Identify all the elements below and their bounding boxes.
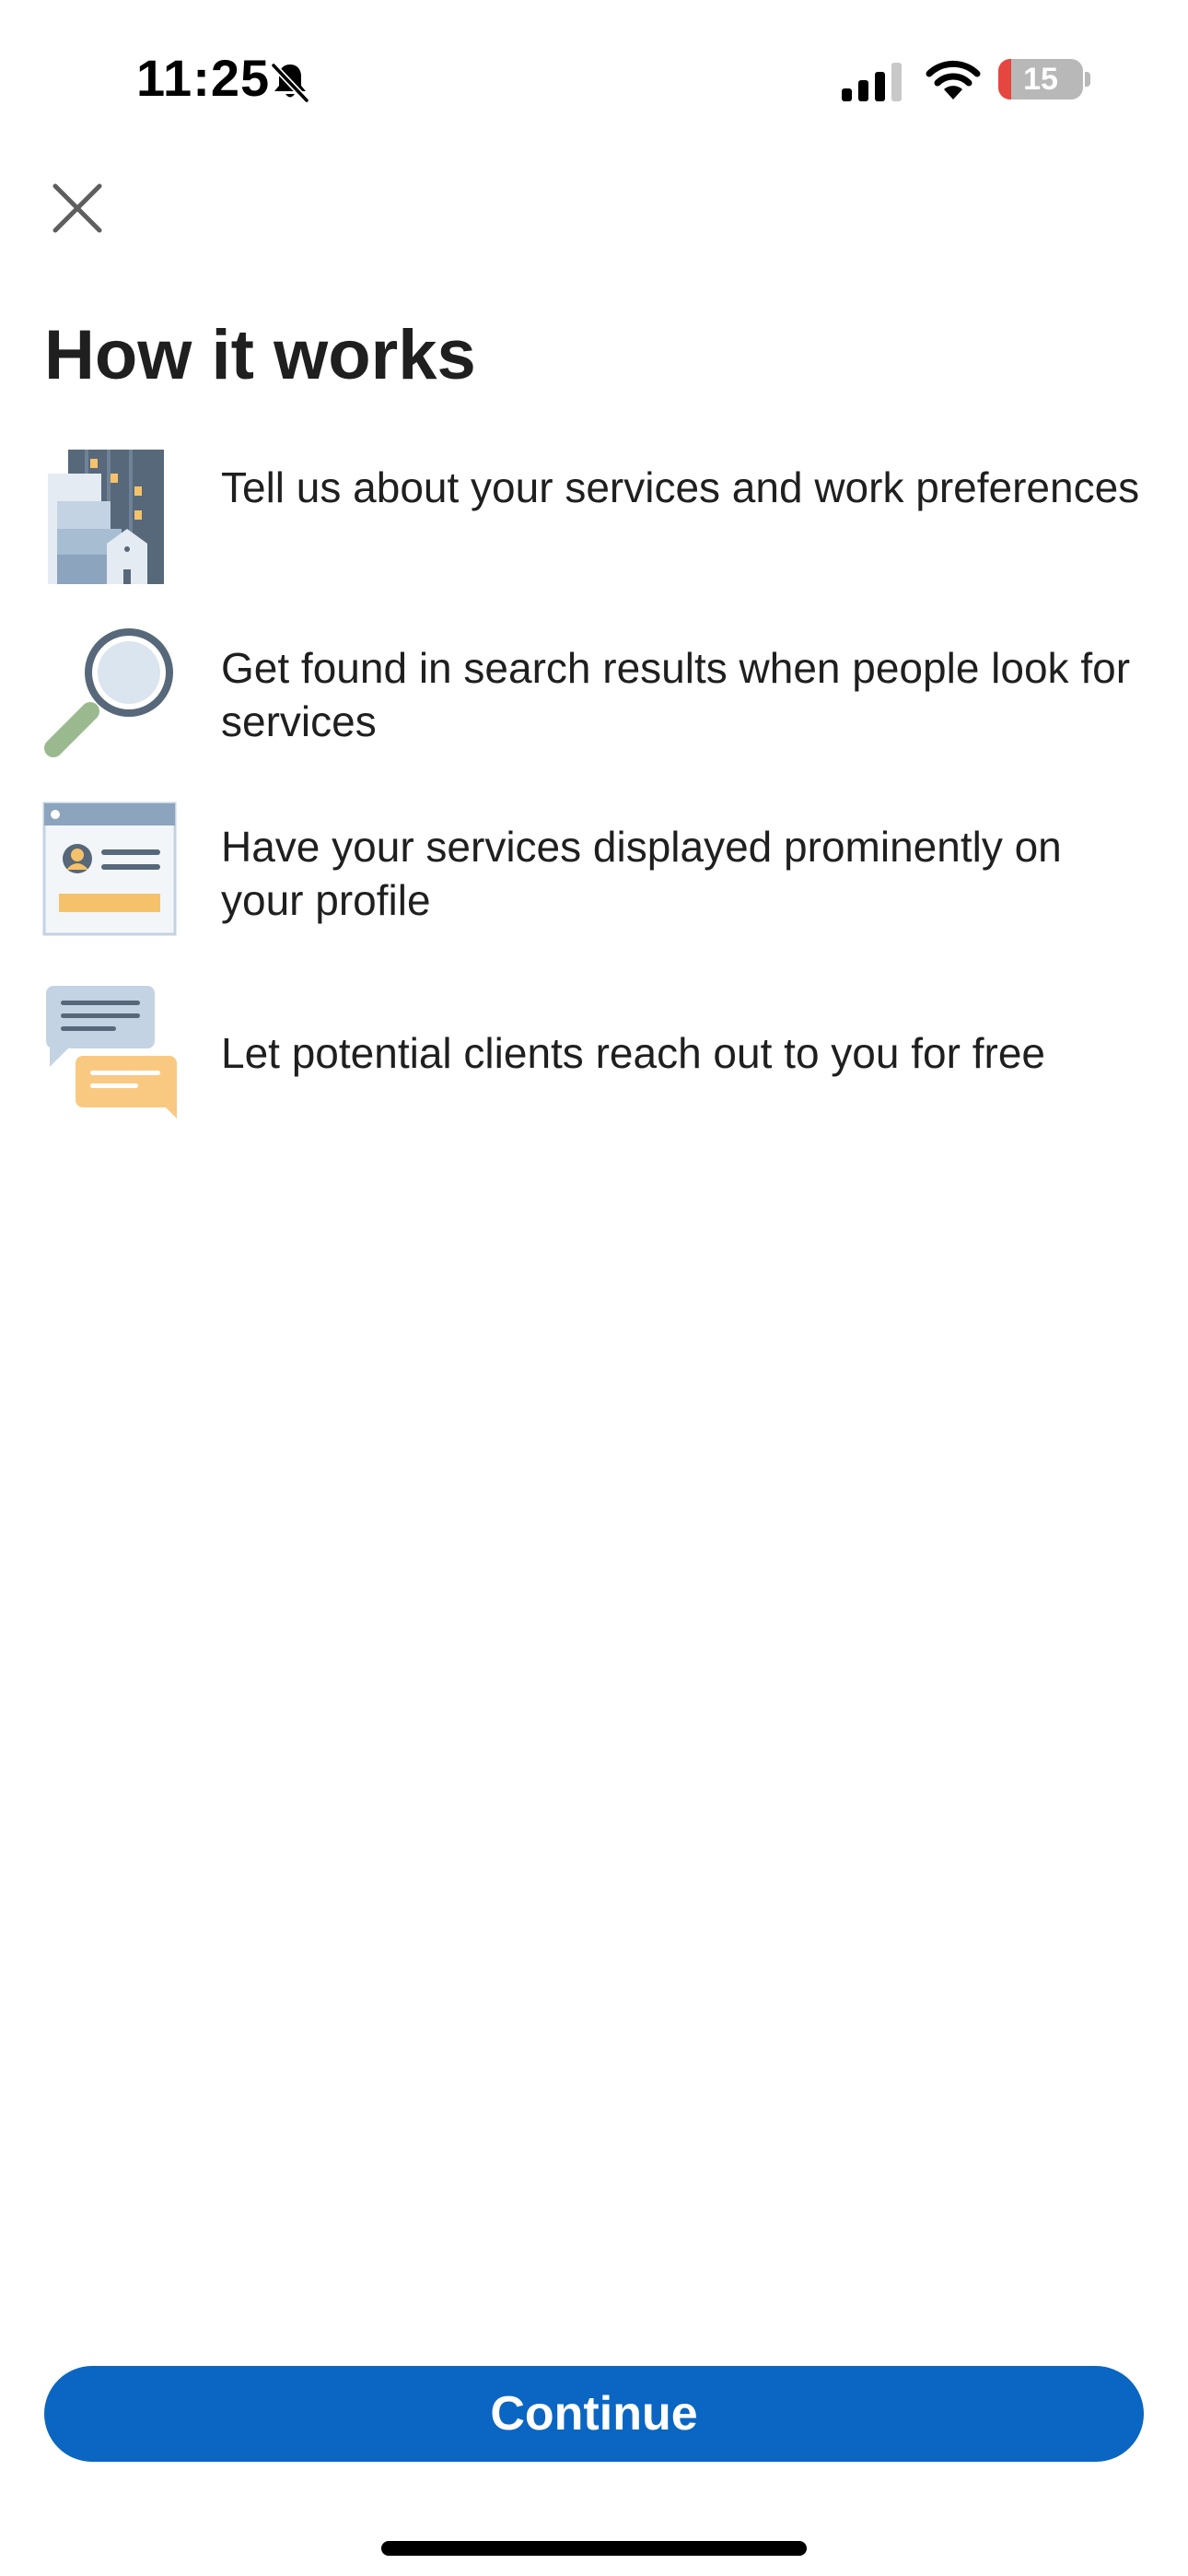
chat-bubbles-illustration-icon bbox=[46, 986, 177, 1118]
profile-card-illustration-icon bbox=[42, 802, 177, 936]
page-title: How it works bbox=[44, 316, 476, 394]
step-text-1: Tell us about your services and work pre… bbox=[221, 463, 1140, 511]
status-bar: 11:25 15 bbox=[0, 0, 1188, 157]
step-text-3: Have your services displayed prominently… bbox=[221, 823, 1062, 924]
home-indicator bbox=[381, 2541, 807, 2556]
bell-slash-icon bbox=[271, 63, 309, 103]
close-icon bbox=[52, 183, 102, 233]
cellular-signal-icon bbox=[842, 63, 902, 101]
close-button[interactable] bbox=[41, 171, 114, 245]
battery-cap bbox=[1085, 72, 1090, 87]
how-it-works-screen: 11:25 15 How it works Tell us about your… bbox=[0, 0, 1188, 2576]
continue-button[interactable]: Continue bbox=[44, 2366, 1144, 2462]
battery-indicator: 15 bbox=[998, 59, 1083, 100]
step-text-2: Get found in search results when people … bbox=[221, 644, 1131, 745]
magnifying-glass-illustration-icon bbox=[44, 628, 173, 757]
step-text-4: Let potential clients reach out to you f… bbox=[221, 1029, 1045, 1077]
status-time: 11:25 bbox=[136, 49, 271, 107]
battery-level: 15 bbox=[1023, 61, 1058, 97]
buildings-illustration-icon bbox=[48, 450, 164, 584]
wifi-icon bbox=[926, 60, 981, 100]
